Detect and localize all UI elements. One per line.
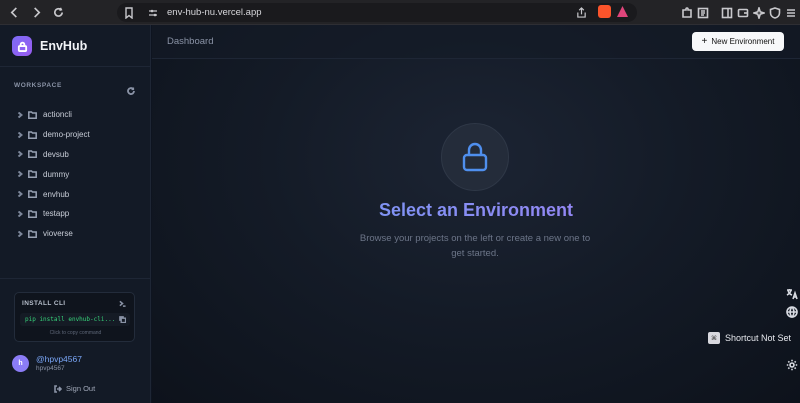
install-cli-panel: INSTALL CLI pip install envhub-cli... Cl… <box>14 292 135 342</box>
back-icon[interactable] <box>6 4 22 20</box>
project-name: actioncli <box>43 110 72 120</box>
lock-icon <box>12 36 32 56</box>
chevron-right-icon[interactable] <box>17 171 23 178</box>
project-name: dummy <box>43 169 70 179</box>
empty-state-title: Select an Environment <box>152 200 800 221</box>
share-icon[interactable] <box>576 7 587 18</box>
globe-icon[interactable] <box>786 306 798 318</box>
sign-out-icon <box>54 384 62 393</box>
chevron-right-icon[interactable] <box>17 151 23 158</box>
shortcut-label: Shortcut Not Set <box>725 333 792 343</box>
folder-icon <box>28 130 37 139</box>
folder-icon <box>28 111 37 119</box>
chevron-right-icon[interactable] <box>17 230 23 237</box>
cli-hint: Click to copy command <box>49 330 102 336</box>
avatar: h <box>12 354 29 372</box>
workspace-label: WORKSPACE <box>14 82 62 89</box>
chevron-right-icon[interactable] <box>17 111 23 118</box>
top-bar: Dashboard + New Environment <box>152 25 800 59</box>
breadcrumb: Dashboard <box>167 36 214 47</box>
sidebar-project-demo-project[interactable]: demo-project <box>0 125 151 145</box>
folder-icon <box>28 190 37 199</box>
extensions-icon[interactable] <box>681 6 693 18</box>
address-bar[interactable]: env-hub-nu.vercel.app <box>117 3 637 22</box>
chevron-right-icon[interactable] <box>17 131 23 138</box>
leo-ai-icon[interactable] <box>751 5 767 21</box>
brand-name: EnvHub <box>40 39 88 53</box>
cli-command: pip install envhub-cli... <box>25 316 116 323</box>
url-text: env-hub-nu.vercel.app <box>167 7 262 18</box>
sign-out-label: Sign Out <box>66 384 96 393</box>
user-profile[interactable]: h @hpvp4567 hpvp4567 <box>12 354 82 372</box>
refresh-icon[interactable] <box>127 82 135 95</box>
brave-rewards-icon[interactable] <box>616 5 629 18</box>
sidebar: EnvHub WORKSPACE actioncli demo-project de… <box>0 25 151 403</box>
divider <box>0 278 151 279</box>
main-content: Dashboard + New Environment Select an En… <box>152 25 800 403</box>
copy-icon[interactable] <box>119 316 126 323</box>
project-name: testapp <box>43 209 70 219</box>
browser-toolbar: env-hub-nu.vercel.app <box>0 0 800 25</box>
folder-icon <box>28 210 37 218</box>
brand[interactable]: EnvHub <box>12 36 87 56</box>
settings-gear-icon[interactable] <box>786 359 798 371</box>
shortcut-widget[interactable]: ⌘ Shortcut Not Set <box>708 332 791 344</box>
sidebar-toggle-icon[interactable] <box>721 6 733 19</box>
sidebar-project-envhub[interactable]: envhub <box>0 184 151 204</box>
lock-icon <box>441 123 509 191</box>
project-name: envhub <box>43 189 70 199</box>
keyboard-icon: ⌘ <box>708 332 720 344</box>
project-list: actioncli demo-project devsub dummy envhub te… <box>0 105 151 244</box>
folder-icon <box>28 170 37 179</box>
plus-icon: + <box>701 36 708 47</box>
translate-icon[interactable] <box>786 288 798 300</box>
chevron-right-icon[interactable] <box>17 210 23 217</box>
empty-state-subtitle: Browse your projects on the left or crea… <box>359 233 591 259</box>
sign-out-button[interactable]: Sign Out <box>54 384 95 393</box>
divider <box>0 66 151 67</box>
cli-title: INSTALL CLI <box>22 300 66 307</box>
user-handle: @hpvp4567 <box>36 354 82 364</box>
brave-shields-icon[interactable] <box>598 5 611 18</box>
wallet-icon[interactable] <box>737 6 749 18</box>
folder-icon <box>28 229 37 238</box>
folder-icon <box>28 150 37 159</box>
project-name: demo-project <box>43 130 90 140</box>
reader-icon[interactable] <box>697 6 709 19</box>
sidebar-project-testapp[interactable]: testapp <box>0 204 151 224</box>
sidebar-project-dummy[interactable]: dummy <box>0 164 151 184</box>
user-name: hpvp4567 <box>36 365 65 372</box>
project-name: devsub <box>43 149 69 159</box>
sidebar-project-vioverse[interactable]: vioverse <box>0 224 151 244</box>
sidebar-project-actioncli[interactable]: actioncli <box>0 105 151 125</box>
project-name: vioverse <box>43 229 73 239</box>
menu-icon[interactable] <box>785 6 797 18</box>
cli-command-copy[interactable]: pip install envhub-cli... <box>20 313 130 326</box>
new-environment-label: New Environment <box>711 37 775 46</box>
reload-icon[interactable] <box>50 4 66 20</box>
sidebar-project-devsub[interactable]: devsub <box>0 145 151 165</box>
vpn-icon[interactable] <box>769 6 781 19</box>
terminal-icon <box>119 300 126 307</box>
new-environment-button[interactable]: + New Environment <box>692 32 784 51</box>
site-settings-icon[interactable] <box>147 7 159 19</box>
forward-icon[interactable] <box>28 4 44 20</box>
chevron-right-icon[interactable] <box>17 191 23 198</box>
bookmark-icon[interactable] <box>123 6 135 19</box>
